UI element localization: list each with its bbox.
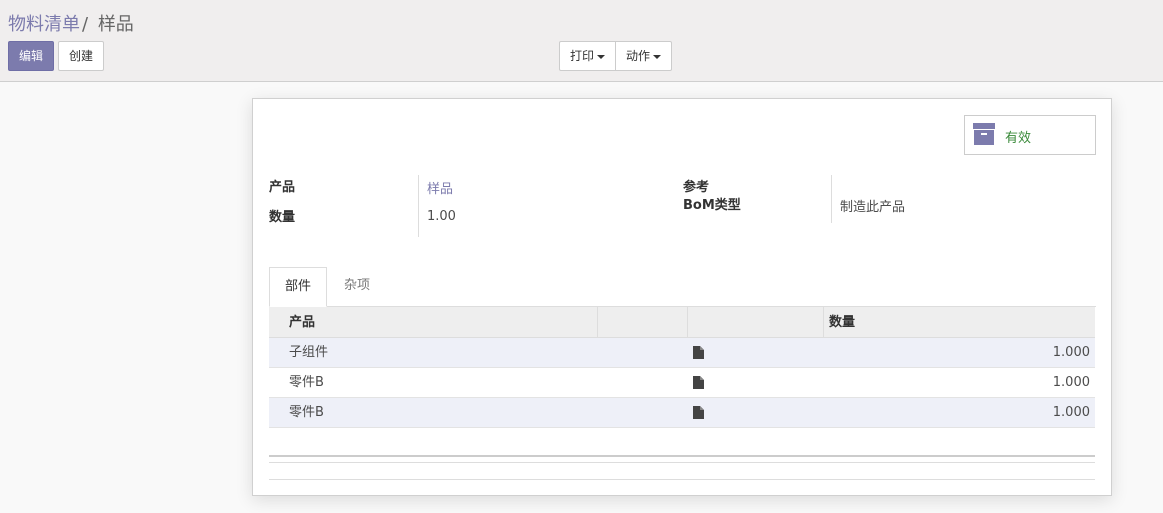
form-sheet: 有效 产品 数量 样品 1.00 参考 BoM类型 制造此产品 部件 杂项 产品… (252, 98, 1112, 496)
edit-button[interactable]: 编辑 (8, 41, 54, 71)
column-separator (597, 307, 598, 338)
active-status-label: 有效 (1005, 131, 1032, 146)
components-table: 产品 数量 子组件 1.000 零件B 1.000 零件B 1.000 (269, 307, 1095, 428)
control-panel: 物料清单 / 样品 编辑 创建 打印 动作 (0, 0, 1163, 82)
document-icon[interactable] (693, 376, 704, 389)
action-label: 动作 (625, 49, 650, 63)
column-header-quantity[interactable]: 数量 (829, 307, 855, 338)
archive-icon (973, 123, 995, 145)
row-quantity: 1.000 (1052, 345, 1090, 360)
reference-field-label: 参考 (683, 180, 710, 195)
print-dropdown-button[interactable]: 打印 (559, 41, 616, 71)
row-product: 零件B (289, 405, 324, 420)
quantity-field-label: 数量 (269, 210, 296, 225)
row-quantity: 1.000 (1052, 405, 1090, 420)
action-dropdown-button[interactable]: 动作 (615, 41, 672, 71)
tab-miscellaneous[interactable]: 杂项 (329, 267, 385, 307)
column-separator (823, 307, 824, 338)
row-product: 零件B (289, 375, 324, 390)
column-separator (687, 307, 688, 338)
breadcrumb-current: 样品 (97, 14, 134, 35)
active-toggle-button[interactable]: 有效 (964, 115, 1096, 155)
create-button[interactable]: 创建 (58, 41, 104, 71)
bom-type-field-label: BoM类型 (683, 198, 741, 213)
field-divider (831, 175, 832, 223)
product-field-label: 产品 (269, 180, 296, 195)
breadcrumb: 物料清单 / 样品 (8, 10, 134, 36)
sheet-divider (269, 479, 1095, 480)
row-product: 子组件 (289, 345, 329, 360)
print-label: 打印 (569, 49, 594, 63)
product-link[interactable]: 样品 (427, 178, 453, 197)
quantity-value: 1.00 (427, 209, 456, 224)
table-header: 产品 数量 (269, 307, 1095, 338)
document-icon[interactable] (693, 406, 704, 419)
tab-components[interactable]: 部件 (269, 267, 327, 307)
field-divider (418, 175, 419, 237)
breadcrumb-parent-link[interactable]: 物料清单 (8, 14, 80, 35)
row-quantity: 1.000 (1052, 375, 1090, 390)
caret-down-icon (597, 54, 605, 59)
column-header-product[interactable]: 产品 (289, 307, 315, 338)
table-footer (269, 455, 1095, 463)
table-row[interactable]: 零件B 1.000 (269, 398, 1095, 428)
notebook-tabs: 部件 杂项 (269, 267, 1096, 307)
document-icon[interactable] (693, 346, 704, 359)
breadcrumb-separator: / (82, 14, 89, 35)
caret-down-icon (653, 54, 661, 59)
table-row[interactable]: 子组件 1.000 (269, 338, 1095, 368)
table-row[interactable]: 零件B 1.000 (269, 368, 1095, 398)
bom-type-value: 制造此产品 (840, 200, 906, 215)
